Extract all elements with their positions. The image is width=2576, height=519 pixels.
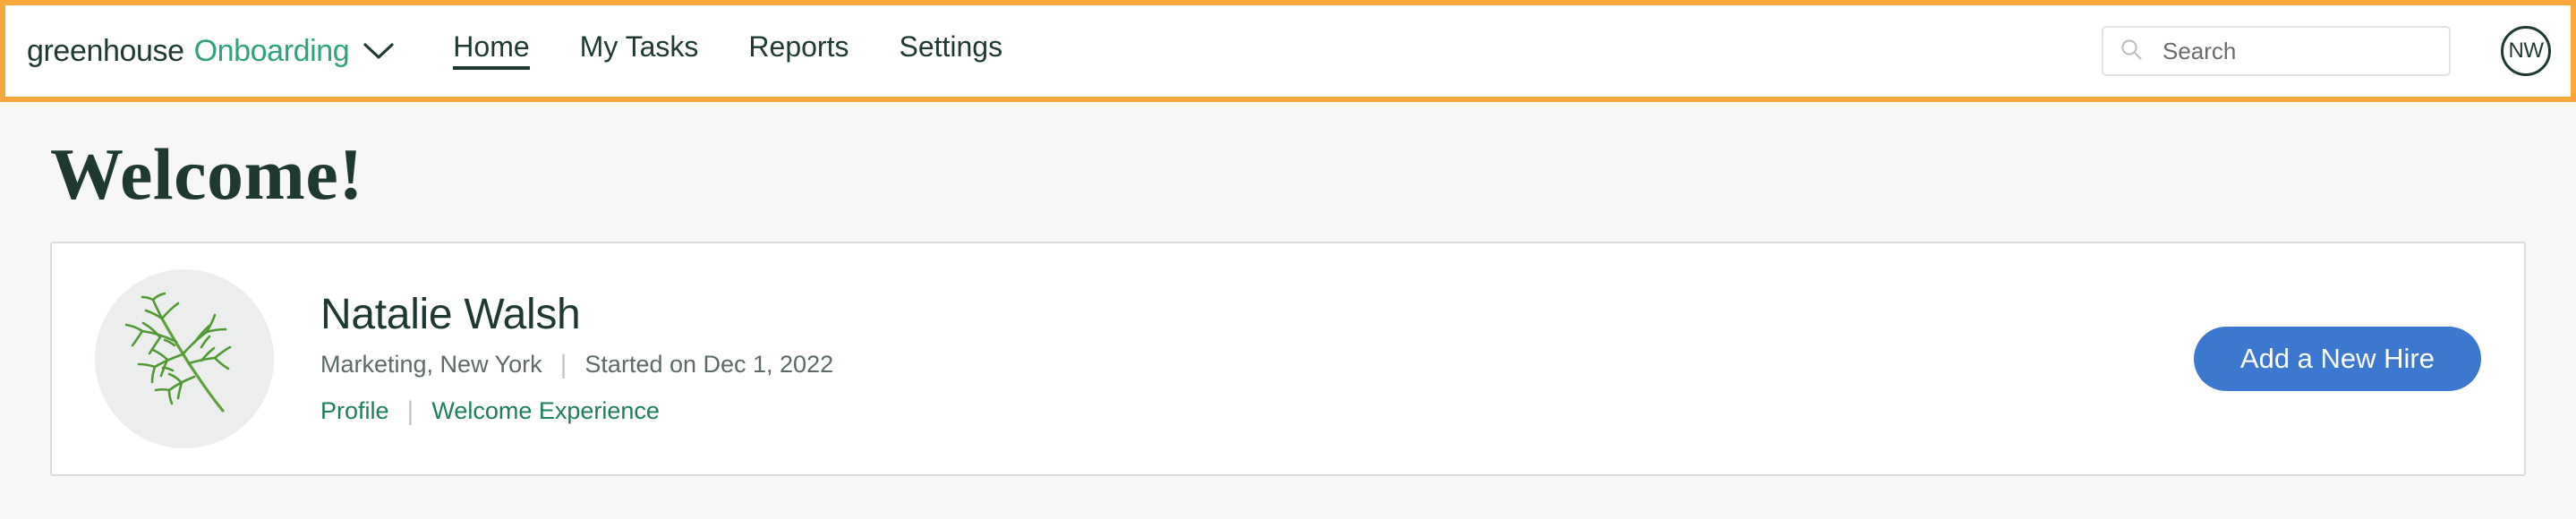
search-icon [2120,38,2143,65]
nav-item-my-tasks[interactable]: My Tasks [580,32,699,70]
new-hire-card: Natalie Walsh Marketing, New York | Star… [50,242,2526,476]
nav-item-reports-label: Reports [748,30,849,63]
nav-item-home[interactable]: Home [453,30,531,70]
header-right-controls: NW [2102,26,2571,76]
links-divider: | [406,396,414,426]
profile-link[interactable]: Profile [320,396,389,425]
nav-item-settings-label: Settings [899,30,1003,63]
search-box[interactable] [2102,26,2451,76]
add-new-hire-button[interactable]: Add a New Hire [2193,327,2481,391]
new-hire-links: Profile | Welcome Experience [320,396,2194,428]
primary-nav: Home My Tasks Reports Settings [453,5,2102,97]
brand-name-primary: greenhouse [27,34,184,68]
brand-logo[interactable]: greenhouse Onboarding [27,36,394,66]
user-avatar[interactable]: NW [2501,26,2551,76]
nav-item-home-label: Home [453,30,530,63]
brand-name-secondary: Onboarding [193,34,350,68]
new-hire-name: Natalie Walsh [320,291,581,339]
new-hire-info: Natalie Walsh Marketing, New York | Star… [320,290,2194,427]
nav-item-settings[interactable]: Settings [899,32,1002,70]
new-hire-department-location: Marketing, New York [320,351,542,379]
page-body: Welcome! Natalie Walsh Marketing, New Yo… [0,138,2576,476]
dill-sprig-illustration [95,269,274,448]
meta-divider: | [559,349,567,379]
new-hire-start-date: Started on Dec 1, 2022 [584,351,834,379]
top-navigation-bar: greenhouse Onboarding Home My Tasks Repo… [0,0,2576,102]
page-title: Welcome! [50,133,364,215]
new-hire-meta: Marketing, New York | Started on Dec 1, … [320,349,2194,381]
search-input[interactable] [2162,37,2433,65]
chevron-down-icon[interactable] [363,42,394,60]
nav-item-my-tasks-label: My Tasks [579,30,699,63]
user-initials: NW [2508,38,2544,63]
welcome-experience-link[interactable]: Welcome Experience [431,396,660,425]
nav-item-reports[interactable]: Reports [748,32,849,70]
